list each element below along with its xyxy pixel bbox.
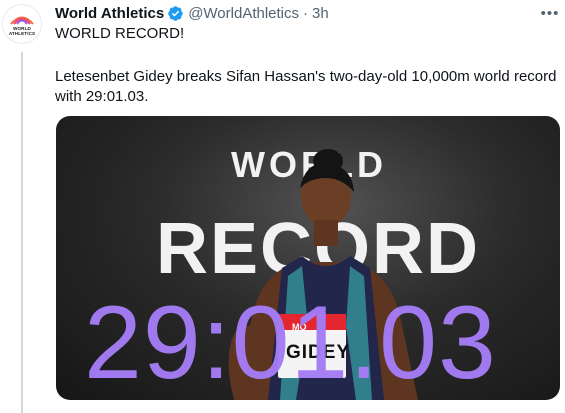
- avatar[interactable]: WORLD ATHLETICS: [2, 4, 42, 44]
- logo-text-line-2: ATHLETICS: [8, 30, 36, 36]
- user-handle[interactable]: @WorldAthletics: [188, 5, 299, 22]
- more-options-button[interactable]: •••: [539, 3, 561, 23]
- separator-dot: ·: [303, 4, 309, 22]
- tweet-text-line-2: Letesenbet Gidey breaks Sifan Hassan's t…: [55, 68, 557, 85]
- thread-line: [21, 52, 23, 413]
- tweet-media-image[interactable]: WORLD RECORD MO GIDEY 29:01.03: [56, 116, 560, 400]
- world-athletics-logo-icon: [10, 16, 34, 25]
- display-name[interactable]: World Athletics: [55, 5, 164, 22]
- tweet-text-line-3: with 29:01.03.: [55, 88, 149, 105]
- tweet-header: World Athletics @WorldAthletics · 3h •••: [55, 3, 565, 23]
- tweet-text-line-1: WORLD RECORD!: [55, 25, 185, 42]
- tweet-timestamp[interactable]: 3h: [312, 5, 329, 22]
- record-time: 29:01.03: [84, 285, 497, 400]
- verified-badge-icon: [167, 5, 184, 22]
